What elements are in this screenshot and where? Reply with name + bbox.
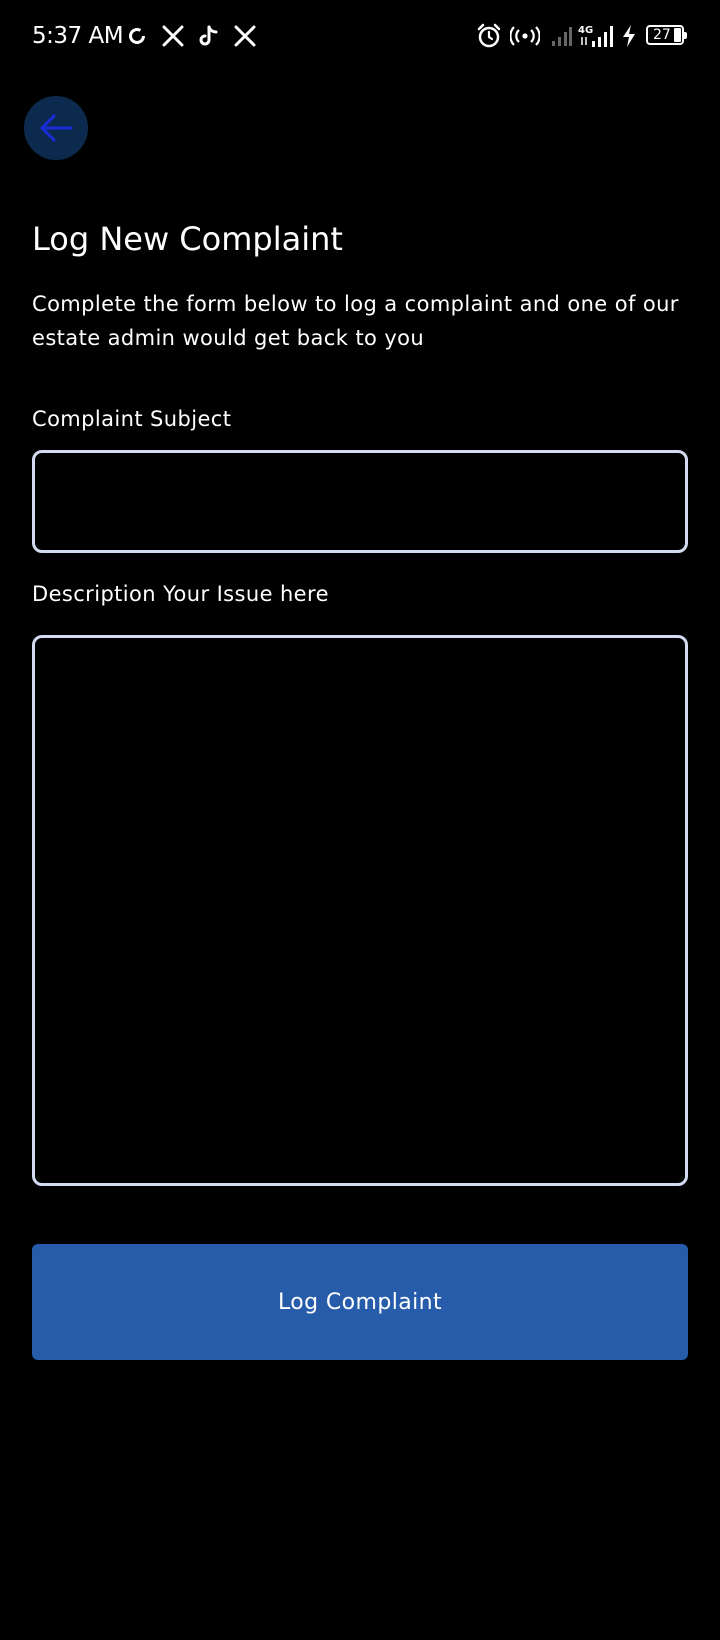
description-label: Description Your Issue here (32, 582, 329, 606)
page-title: Log New Complaint (32, 220, 343, 258)
x-logo-icon (160, 22, 186, 50)
signal-4g-icon: 4G (578, 22, 614, 50)
charging-icon (618, 22, 640, 50)
svg-text:4G: 4G (578, 25, 593, 36)
complaint-subject-label: Complaint Subject (32, 407, 232, 431)
tiktok-icon (196, 22, 222, 50)
back-button[interactable] (24, 96, 88, 160)
complaint-subject-input[interactable] (32, 450, 688, 553)
status-time: 5:37 AM (32, 23, 124, 49)
alarm-icon (476, 22, 502, 50)
page-subtitle: Complete the form below to log a complai… (32, 292, 679, 350)
status-bar: 5:37 AM 4G 27 (0, 0, 720, 72)
battery-icon: 27 (646, 25, 687, 45)
arrow-left-icon (38, 113, 74, 143)
hotspot-icon (510, 22, 540, 50)
log-complaint-button[interactable]: Log Complaint (32, 1244, 688, 1360)
battery-fill (674, 28, 681, 42)
description-textarea[interactable] (32, 635, 688, 1186)
signal-weak-icon (548, 22, 574, 50)
battery-level: 27 (653, 27, 671, 43)
sync-icon (124, 22, 150, 50)
battery-tip (684, 32, 687, 39)
x-logo-icon (232, 22, 258, 50)
